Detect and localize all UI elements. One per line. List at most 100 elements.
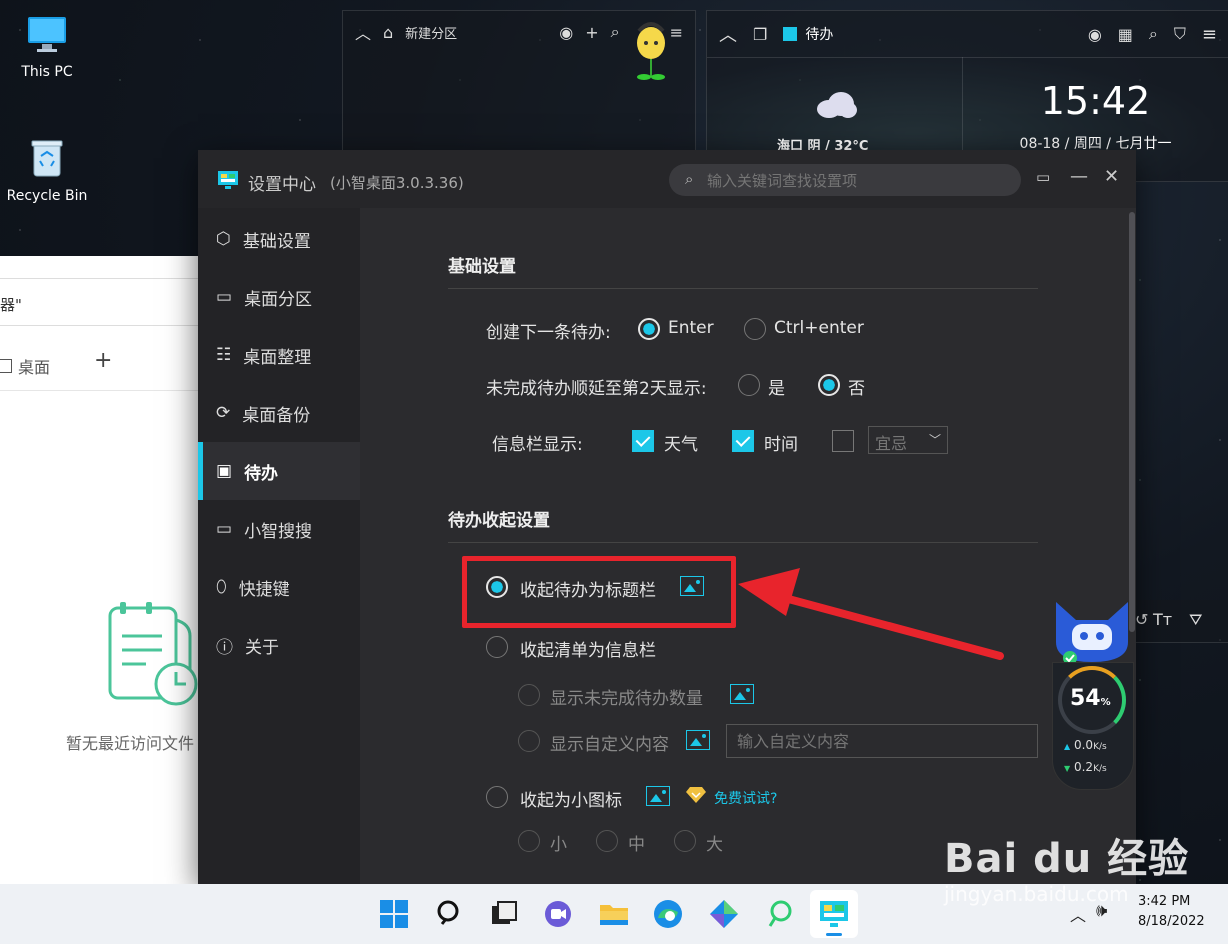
info-icon: ⓘ: [216, 637, 233, 658]
add-icon[interactable]: +: [585, 23, 598, 42]
folder-icon[interactable]: [598, 898, 630, 930]
explorer-desktop-tab[interactable]: 桌面: [0, 354, 50, 378]
user-icon[interactable]: ◉: [1088, 25, 1102, 44]
sidebar-item-search[interactable]: ▭ 小智搜搜: [198, 500, 360, 558]
calendar-icon[interactable]: ▦: [1118, 25, 1133, 44]
sidebar-item-partition[interactable]: ▭ 桌面分区: [198, 268, 360, 326]
radio-show-count[interactable]: [518, 684, 540, 706]
text-size-icon[interactable]: Tт: [1153, 610, 1172, 629]
start-icon[interactable]: [378, 898, 410, 930]
radio-ctrl-enter[interactable]: [744, 318, 766, 340]
checkbox-weather[interactable]: [632, 430, 654, 452]
radio-enter-label: Enter: [668, 318, 714, 338]
close-icon[interactable]: ✕: [1104, 166, 1119, 187]
undo-icon[interactable]: ↺: [1135, 610, 1148, 629]
xiaozhi-desktop-taskbar-icon[interactable]: [810, 890, 858, 938]
settings-search-box[interactable]: ⌕: [669, 164, 1021, 196]
sidebar-item-hotkey[interactable]: ⬯ 快捷键: [198, 558, 360, 616]
sidebar-item-label: 桌面备份: [242, 405, 311, 426]
radio-size-medium-label: 中: [628, 835, 645, 855]
radio-postpone-yes[interactable]: [738, 374, 760, 396]
menu-icon[interactable]: ≡: [1202, 24, 1217, 45]
chevron-up-icon[interactable]: ︿: [1070, 902, 1086, 926]
radio-show-custom[interactable]: [518, 730, 540, 752]
chevron-up-icon[interactable]: ︿: [719, 21, 737, 47]
radio-postpone-no[interactable]: [818, 374, 840, 396]
almanac-select[interactable]: 宜忌 ﹀: [868, 426, 948, 454]
radio-postpone-yes-label: 是: [768, 379, 785, 399]
sidebar-item-label: 基础设置: [242, 231, 311, 252]
minimize-icon[interactable]: —: [1070, 166, 1088, 187]
sidebar-item-label: 桌面分区: [244, 289, 313, 310]
feedback-icon[interactable]: ▭: [1036, 168, 1050, 186]
app-diamond-icon[interactable]: [708, 898, 740, 930]
explorer-add-button[interactable]: +: [94, 348, 112, 373]
chevron-down-icon: ﹀: [928, 433, 941, 447]
explorer-desktop-tab-label: 桌面: [18, 358, 51, 377]
filter-icon[interactable]: ⛛: [1189, 610, 1202, 630]
todo-check-icon: [783, 27, 798, 41]
sidebar-item-about[interactable]: ⓘ 关于: [198, 616, 360, 674]
search-icon[interactable]: ⌕: [1149, 24, 1158, 44]
settings-search-input[interactable]: [705, 168, 1009, 194]
radio-collapse-infobar-label: 收起清单为信息栏: [520, 641, 656, 661]
section-basic-heading: 基础设置: [448, 257, 516, 277]
radio-size-small[interactable]: [518, 830, 540, 852]
volume-icon[interactable]: 🕪: [1096, 900, 1107, 921]
checkbox-almanac[interactable]: [832, 430, 854, 452]
chat-icon[interactable]: [542, 898, 574, 930]
system-monitor-gadget[interactable]: 54% ▲ 0.0K/s ▼ 0.2K/s: [1052, 598, 1134, 790]
radio-size-small-label: 小: [550, 835, 567, 855]
desktop-icon-recycle-bin[interactable]: Recycle Bin: [2, 138, 92, 204]
image-preview-icon[interactable]: [680, 576, 704, 596]
window-icon[interactable]: ❐: [753, 25, 767, 44]
underlying-widget-toolbar: ↺ Tт ⛛: [1130, 600, 1228, 643]
radio-collapse-titlebar[interactable]: [486, 576, 508, 598]
desktop-icon-this-pc[interactable]: This PC: [2, 16, 92, 80]
settings-sidebar: ⬡ 基础设置 ▭ 桌面分区 ☷ 桌面整理 ⟳ 桌面备份 ▣ 待办 ▭ 小智搜搜 ⬯ 快捷键 ⓘ…: [198, 208, 360, 884]
dialog-title: 设置中心: [248, 175, 316, 195]
sidebar-item-label: 关于: [245, 637, 279, 658]
search-icon[interactable]: [434, 898, 466, 930]
grid-icon: ☷: [216, 345, 232, 365]
dialog-titlebar: 设置中心 (小智桌面3.0.3.36) ⌕ ▭ — ✕: [198, 150, 1136, 208]
recycle-bin-icon: [2, 138, 92, 182]
radio-ctrl-enter-label: Ctrl+enter: [774, 318, 864, 338]
radio-collapse-icon-label: 收起为小图标: [520, 791, 622, 811]
next-todo-label: 创建下一条待办:: [486, 323, 611, 343]
image-preview-icon[interactable]: [730, 684, 754, 704]
sidebar-item-label: 桌面整理: [243, 347, 312, 368]
image-preview-icon[interactable]: [646, 786, 670, 806]
chevron-up-icon[interactable]: ︿: [355, 20, 371, 44]
task-view-icon[interactable]: [488, 898, 520, 930]
sidebar-item-todo[interactable]: ▣ 待办: [198, 442, 360, 500]
checkbox-time[interactable]: [732, 430, 754, 452]
image-preview-icon[interactable]: [686, 730, 710, 750]
edge-browser-icon[interactable]: [652, 898, 684, 930]
radio-size-large[interactable]: [674, 830, 696, 852]
app-logo-icon: [218, 171, 238, 193]
taskbar-time[interactable]: 3:42 PM: [1138, 894, 1190, 909]
search-icon: ⌕: [685, 170, 694, 188]
taskbar: ︿ 🕪 3:42 PM 8/18/2022: [0, 884, 1228, 944]
custom-content-input[interactable]: [726, 724, 1038, 758]
settings-content: 基础设置 创建下一条待办: Enter Ctrl+enter 未完成待办顺延至第…: [360, 208, 1136, 884]
radio-collapse-infobar[interactable]: [486, 636, 508, 658]
radio-collapse-icon[interactable]: [486, 786, 508, 808]
user-icon[interactable]: ◉: [559, 23, 573, 42]
search-icon[interactable]: ⌕: [611, 22, 620, 42]
sidebar-item-backup[interactable]: ⟳ 桌面备份: [198, 384, 360, 442]
cpu-percent: 54%: [1070, 686, 1111, 711]
pin-icon[interactable]: ⌂: [383, 23, 393, 42]
taskbar-date[interactable]: 8/18/2022: [1138, 914, 1205, 929]
window-icon: ▭: [216, 519, 233, 539]
radio-show-custom-label: 显示自定义内容: [550, 735, 669, 755]
shirt-icon[interactable]: ⛉: [1174, 24, 1186, 44]
radio-enter[interactable]: [638, 318, 660, 340]
file-explorer-window: 器" 桌面 + 暂无最近访问文件: [0, 256, 198, 884]
sidebar-item-basic[interactable]: ⬡ 基础设置: [198, 210, 360, 268]
sidebar-item-organize[interactable]: ☷ 桌面整理: [198, 326, 360, 384]
radio-size-medium[interactable]: [596, 830, 618, 852]
search-app-icon[interactable]: [764, 898, 796, 930]
free-trial-link[interactable]: 免费试试?: [714, 788, 777, 808]
